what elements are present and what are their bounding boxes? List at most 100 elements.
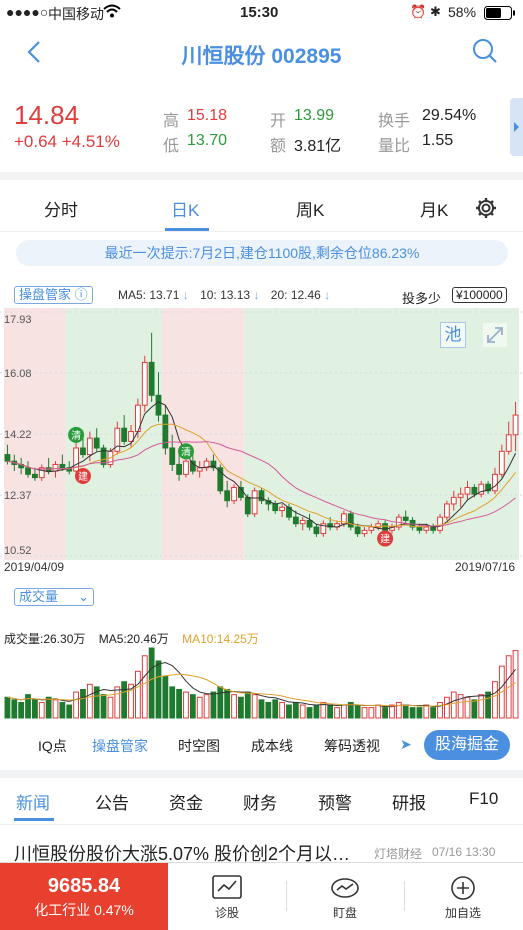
tab-announcements[interactable]: 公告 — [95, 789, 129, 814]
chart-icon — [212, 875, 242, 899]
volume-bar — [492, 681, 498, 719]
volume-bar — [306, 707, 313, 719]
candle-body — [498, 450, 505, 475]
pool-button[interactable]: 池 — [440, 322, 466, 348]
candle-body — [443, 503, 450, 518]
y-tick-label: 12.37 — [4, 490, 32, 502]
volume-bar — [334, 707, 340, 719]
volume-bar — [478, 694, 485, 719]
nav-bar: 川恒股份 002895 — [0, 26, 523, 80]
candle-body — [437, 516, 443, 531]
expand-icon — [483, 323, 507, 347]
volume-bar — [237, 696, 244, 719]
volume-bar — [31, 699, 38, 719]
tab-weekly-k[interactable]: 周K — [296, 196, 324, 221]
volume-bar — [107, 696, 114, 719]
manager-button[interactable]: 操盘管家 ⓘ — [14, 286, 93, 304]
section-divider — [0, 770, 523, 778]
expand-panel-button[interactable] — [510, 98, 523, 156]
indicator-select[interactable]: 成交量 ⌄ — [14, 588, 94, 606]
volume-bar — [100, 694, 107, 719]
tab-finance[interactable]: 财务 — [243, 789, 277, 814]
volume-bar — [395, 701, 402, 719]
ma-legend: MA5: 13.71 ↓ 10: 13.13 ↓ 20: 12.46 ↓ — [118, 288, 330, 302]
diagnose-button[interactable]: 诊股 — [168, 863, 286, 930]
tab-intraday[interactable]: 分时 — [44, 196, 78, 221]
volume-bar — [340, 704, 347, 719]
volume-bar — [148, 647, 155, 719]
tab-funds[interactable]: 资金 — [169, 789, 203, 814]
tab-monthly-k[interactable]: 月K — [420, 196, 448, 221]
vol-ratio-value: 1.55 — [422, 132, 454, 149]
candle-body — [31, 473, 38, 479]
battery-icon — [484, 6, 516, 24]
ma20-text: 20: 12.46 — [270, 288, 321, 302]
invest-amount-button[interactable]: ¥100000 — [452, 287, 507, 303]
candle-body — [306, 519, 313, 528]
tab-f10[interactable]: F10 — [469, 789, 498, 809]
tab-news[interactable]: 新闻 — [16, 789, 50, 814]
bluetooth-icon: ✱ — [430, 4, 441, 19]
candle-body — [450, 496, 457, 505]
signal-label: 清 — [181, 445, 191, 458]
news-item[interactable]: 川恒股份股价大涨5.07% 股价创2个月以… 灯塔财经 07/16 13:30 — [0, 830, 523, 864]
price-change: +0.64 +4.51% — [14, 132, 120, 152]
candle-body — [183, 460, 189, 475]
candle-body — [189, 460, 196, 472]
sector-index[interactable]: 9685.84 化工行业 0.47% — [0, 863, 168, 930]
ma5-arrow-icon: ↓ — [182, 288, 189, 302]
ma5-text: MA5: 13.71 — [118, 288, 180, 302]
fullscreen-button[interactable] — [482, 322, 508, 353]
open-label: 开 — [270, 113, 287, 130]
candle-body — [272, 503, 279, 512]
tool-space-time[interactable]: 时空图 — [178, 736, 220, 756]
candle-body — [93, 437, 100, 449]
watch-label: 盯盘 — [332, 906, 357, 920]
invest-label: 投多少 — [402, 291, 442, 306]
volume-bar — [375, 704, 382, 719]
tool-chip-view[interactable]: 筹码透视 — [324, 736, 380, 756]
volume-bar — [313, 704, 320, 719]
search-button[interactable] — [472, 38, 498, 69]
tab-alerts[interactable]: 预警 — [318, 789, 352, 814]
tab-research[interactable]: 研报 — [392, 789, 426, 814]
add-watchlist-button[interactable]: 加自选 — [404, 863, 522, 930]
sector-change: 0.47% — [94, 902, 134, 918]
tool-cost-line[interactable]: 成本线 — [251, 736, 293, 756]
tool-iq[interactable]: IQ点 — [38, 736, 67, 756]
sector-name: 化工行业 — [34, 902, 91, 918]
tab-daily-k[interactable]: 日K — [171, 196, 199, 221]
chart-settings-button[interactable] — [474, 196, 498, 225]
tool-manager[interactable]: 操盘管家 — [92, 736, 148, 756]
candle-body — [231, 487, 237, 502]
ma10-text: 10: 13.13 — [200, 288, 251, 302]
position-tip[interactable]: 最近一次提示:7月2日,建仓1100股,剩余仓位86.23% — [16, 240, 508, 266]
candle-body — [361, 529, 368, 535]
amount-label: 额 — [270, 138, 287, 155]
volume-bar — [327, 704, 334, 719]
volume-bar — [265, 701, 272, 719]
candle-body — [148, 361, 155, 396]
candle-body — [457, 493, 464, 498]
footer-bar: 9685.84 化工行业 0.47% 诊股 盯盘 加自选 — [0, 862, 523, 930]
tab-indicator — [165, 228, 209, 231]
volume-bar — [176, 688, 183, 719]
y-tick-label: 17.93 — [4, 314, 32, 326]
chevron-down-icon: ⌄ — [78, 589, 89, 604]
candle-body — [80, 447, 86, 456]
change-percent: +4.51% — [61, 132, 120, 151]
wifi-icon — [103, 4, 121, 22]
kline-tabs: 分时 日K 周K 月K — [0, 182, 523, 232]
plus-circle-icon — [451, 876, 475, 900]
news-time: 07/16 13:30 — [432, 845, 496, 859]
signal-label: 建 — [380, 533, 390, 546]
y-tick-label: 14.22 — [4, 429, 32, 441]
candle-body — [347, 513, 354, 528]
watch-button[interactable]: 盯盘 — [286, 863, 404, 930]
volume-bar — [361, 707, 368, 719]
candle-body — [4, 454, 11, 462]
search-icon — [473, 39, 497, 63]
candle-body — [492, 473, 498, 492]
volume-bar — [141, 655, 148, 719]
treasure-button[interactable]: 股海掘金 — [424, 730, 510, 760]
